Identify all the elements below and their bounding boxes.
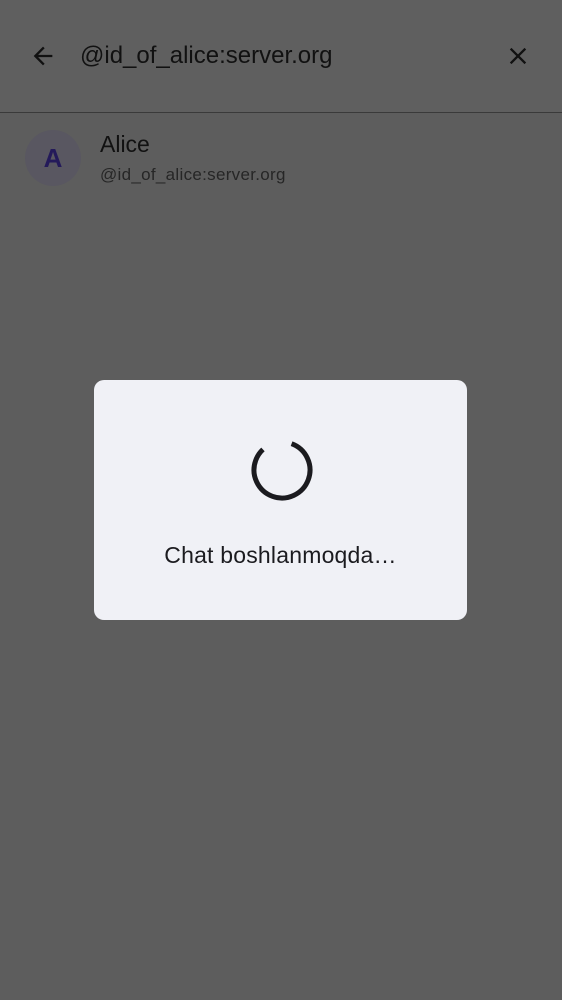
user-result-item[interactable]: A Alice @id_of_alice:server.org	[0, 114, 562, 202]
loading-message: Chat boshlanmoqda…	[164, 542, 397, 568]
search-input[interactable]	[80, 36, 470, 76]
loading-dialog: Chat boshlanmoqda…	[94, 380, 467, 620]
search-app-bar	[0, 0, 562, 113]
user-matrix-id: @id_of_alice:server.org	[100, 165, 286, 184]
avatar: A	[25, 130, 81, 186]
clear-search-button[interactable]	[494, 32, 542, 80]
user-display-name: Alice	[100, 131, 150, 157]
arrow-back-icon	[33, 46, 53, 66]
loading-spinner-icon	[251, 439, 313, 501]
back-button[interactable]	[19, 32, 67, 80]
close-icon	[509, 47, 527, 65]
